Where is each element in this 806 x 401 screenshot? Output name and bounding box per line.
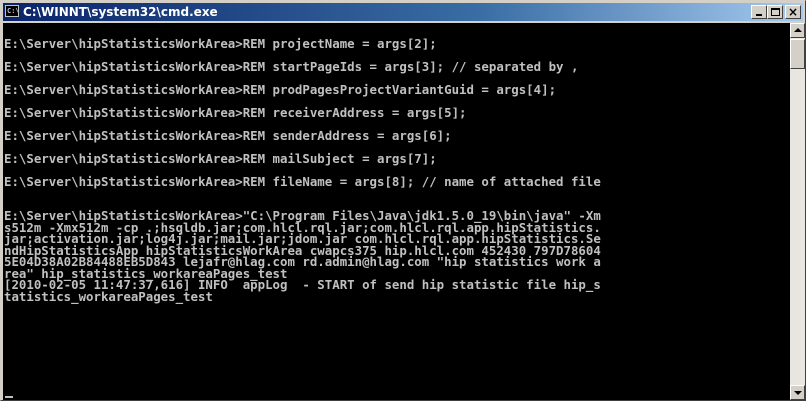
caption-buttons: ×: [751, 5, 801, 19]
scroll-up-icon: [794, 28, 802, 32]
window-title: C:\WINNT\system32\cmd.exe: [23, 5, 218, 19]
console-output-area[interactable]: E:\Server\hipStatisticsWorkArea>REM proj…: [3, 23, 790, 400]
title-bar[interactable]: C:\ C:\WINNT\system32\cmd.exe ×: [3, 3, 803, 21]
close-button[interactable]: ×: [785, 5, 801, 19]
scroll-down-button[interactable]: [790, 385, 805, 400]
cmd-window: C:\ C:\WINNT\system32\cmd.exe × E:\Serve…: [0, 0, 806, 401]
scroll-thumb[interactable]: [790, 39, 805, 69]
text-cursor: [5, 396, 13, 398]
maximize-icon: [771, 8, 780, 16]
scroll-up-button[interactable]: [790, 23, 805, 38]
maximize-button[interactable]: [767, 5, 783, 19]
cmd-icon[interactable]: C:\: [5, 5, 19, 17]
minimize-icon: [756, 14, 762, 16]
scroll-down-icon: [794, 391, 802, 395]
vertical-scrollbar[interactable]: [790, 23, 805, 400]
console-text: E:\Server\hipStatisticsWorkArea>REM proj…: [4, 35, 601, 304]
close-icon: ×: [787, 5, 799, 19]
minimize-button[interactable]: [751, 5, 767, 19]
